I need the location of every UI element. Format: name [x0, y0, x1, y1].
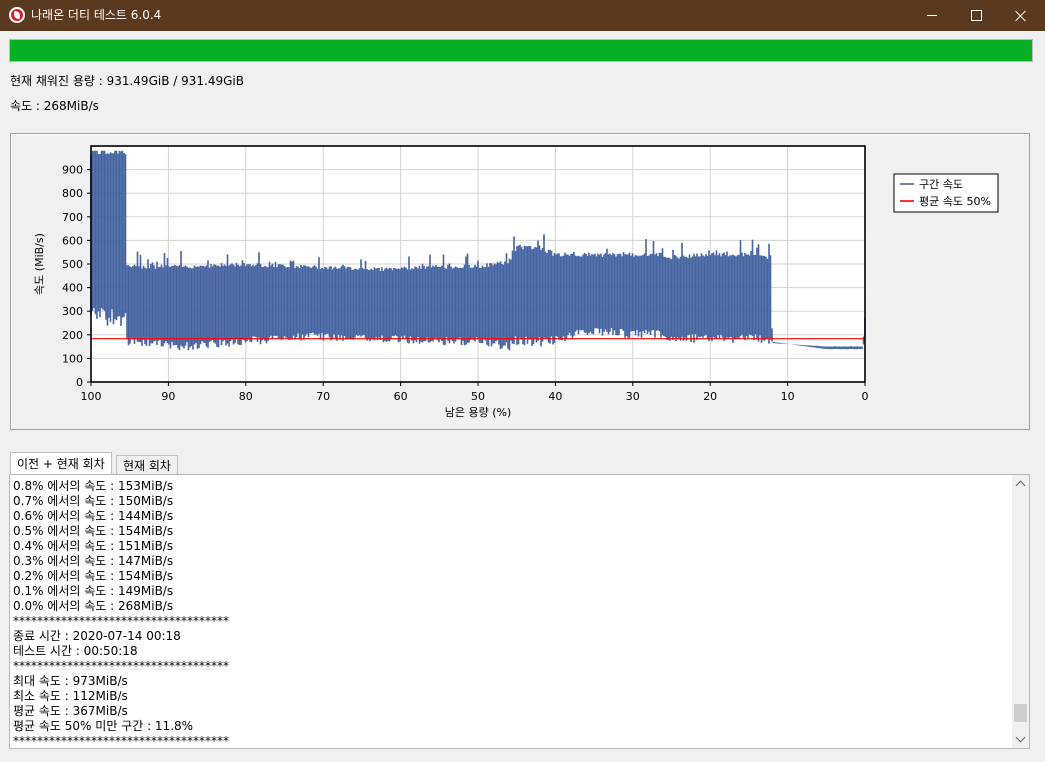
log-line: 0.7% 에서의 속도 : 150MiB/s [13, 494, 174, 508]
x-tick-label: 80 [239, 390, 253, 403]
current-speed-label: 속도 : 268MiB/s [10, 99, 99, 113]
vertical-scrollbar[interactable] [1012, 475, 1029, 748]
log-line: 평균 속도 50% 미만 구간 : 11.8% [13, 719, 194, 733]
y-tick-label: 100 [62, 352, 83, 365]
x-tick-label: 40 [548, 390, 562, 403]
log-line: 0.2% 에서의 속도 : 154MiB/s [13, 569, 174, 583]
log-line: 평균 속도 : 367MiB/s [13, 704, 128, 718]
y-tick-label: 500 [62, 258, 83, 271]
log-line: 0.6% 에서의 속도 : 144MiB/s [13, 509, 174, 523]
log-line: 0.3% 에서의 속도 : 147MiB/s [13, 554, 174, 568]
log-line: 최대 속도 : 973MiB/s [13, 674, 128, 688]
scroll-thumb[interactable] [1014, 704, 1027, 723]
x-tick-label: 100 [81, 390, 102, 403]
speed-chart: 0100200300400500600700800900100 90 80 70 60 5… [33, 145, 999, 419]
fill-progress-bar [9, 39, 1033, 62]
x-tick-label: 90 [161, 390, 175, 403]
scroll-down-button[interactable] [1012, 731, 1029, 748]
log-line: 0.5% 에서의 속도 : 154MiB/s [13, 524, 174, 538]
x-tick-label: 70 [316, 390, 330, 403]
close-icon [1015, 10, 1027, 22]
y-tick-label: 800 [62, 187, 83, 200]
log-textbox[interactable]: 0.8% 에서의 속도 : 153MiB/s 0.7% 에서의 속도 : 150M… [9, 474, 1030, 749]
log-line: 종료 시간 : 2020-07-14 00:18 [13, 629, 181, 643]
x-axis-label: 남은 용량 (%) [445, 406, 512, 419]
x-tick-label: 30 [626, 390, 640, 403]
x-tick-label: 10 [781, 390, 795, 403]
log-line: 0.8% 에서의 속도 : 153MiB/s [13, 479, 174, 493]
maximize-button[interactable] [953, 0, 999, 31]
title-bar: 나래온 더티 테스트 6.0.4 [0, 0, 1045, 31]
log-line: 최소 속도 : 112MiB/s [13, 689, 128, 703]
close-button[interactable] [998, 0, 1044, 31]
legend-label: 구간 속도 [919, 178, 963, 191]
scroll-up-button[interactable] [1012, 475, 1029, 492]
filled-capacity-label: 현재 채워진 용량 : 931.49GiB / 931.49GiB [10, 74, 244, 88]
minimize-icon [927, 15, 937, 16]
minimize-button[interactable] [909, 0, 955, 31]
log-line: ************************************ [13, 734, 229, 748]
log-line: 0.1% 에서의 속도 : 149MiB/s [13, 584, 174, 598]
x-tick-label: 60 [394, 390, 408, 403]
y-tick-label: 700 [62, 211, 83, 224]
tab-previous-and-current[interactable]: 이전 + 현재 회차 [10, 452, 112, 475]
y-tick-label: 300 [62, 305, 83, 318]
window-title: 나래온 더티 테스트 6.0.4 [31, 8, 162, 22]
log-lines: 0.8% 에서의 속도 : 153MiB/s 0.7% 에서의 속도 : 150M… [13, 479, 1008, 748]
log-line: ************************************ [13, 659, 229, 673]
x-tick-label: 50 [471, 390, 485, 403]
legend-label: 평균 속도 50% [919, 195, 991, 208]
log-line: 0.0% 에서의 속도 : 268MiB/s [13, 599, 174, 613]
tab-current-round[interactable]: 현재 회차 [116, 455, 178, 475]
y-axis-label: 속도 (MiB/s) [33, 233, 46, 295]
y-tick-label: 400 [62, 282, 83, 295]
progress-fill [10, 40, 1032, 61]
app-logo-icon [9, 7, 25, 23]
maximize-icon [970, 10, 982, 21]
x-tick-label: 0 [862, 390, 869, 403]
y-tick-label: 900 [62, 164, 83, 177]
chevron-up-icon [1015, 480, 1026, 491]
speed-chart-panel: 0 100 200 300 400 500 600 700 800 900 100 90 80 70 60 5… [10, 133, 1030, 430]
y-tick-label: 200 [62, 329, 83, 342]
log-line: ************************************ [13, 614, 229, 628]
chevron-down-icon [1015, 732, 1026, 743]
log-line: 테스트 시간 : 00:50:18 [13, 644, 138, 658]
y-tick-label: 600 [62, 234, 83, 247]
x-tick-label: 20 [703, 390, 717, 403]
y-tick-label: 0 [76, 376, 83, 389]
log-line: 0.4% 에서의 속도 : 151MiB/s [13, 539, 174, 553]
